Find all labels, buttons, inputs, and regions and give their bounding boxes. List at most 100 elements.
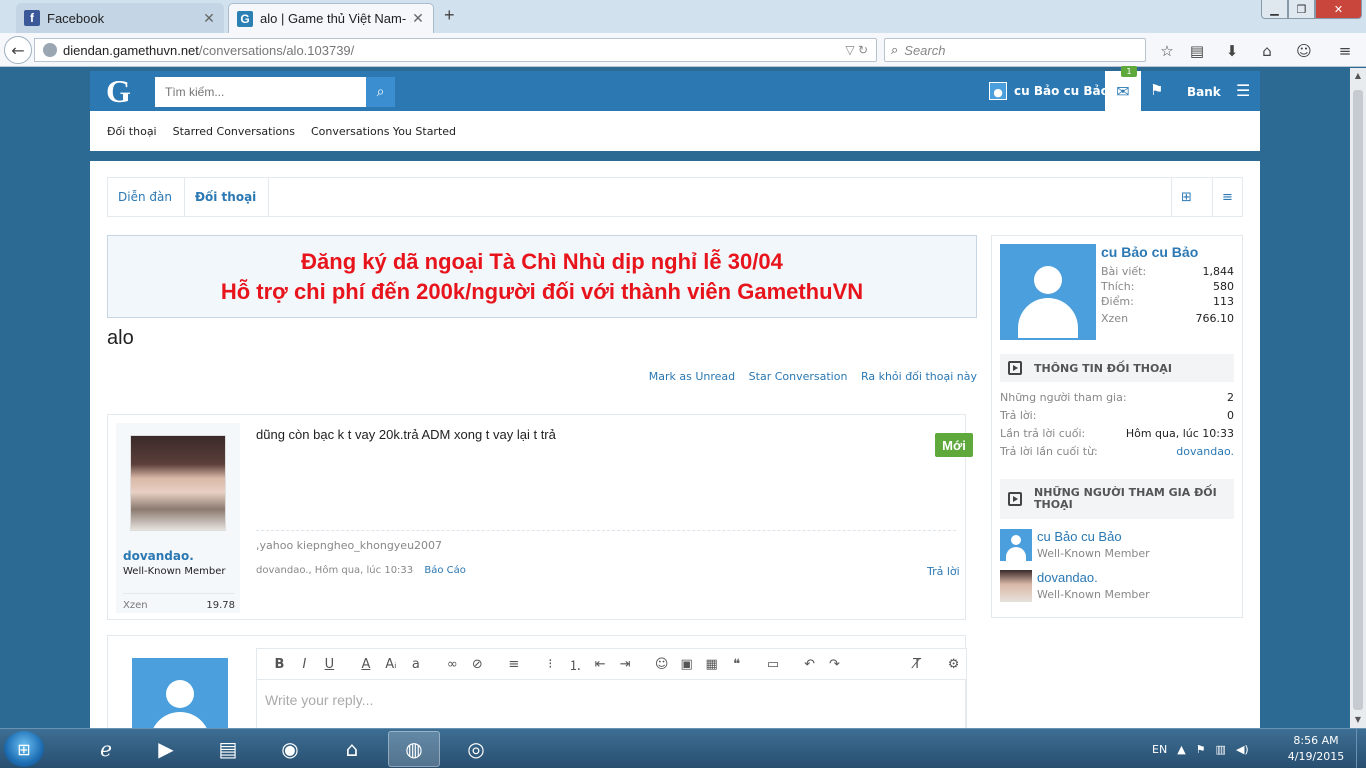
- reply-input[interactable]: Write your reply...: [256, 680, 967, 730]
- internet-explorer-icon[interactable]: ℯ: [80, 731, 132, 767]
- author-xzen: Xzen 19.78: [123, 593, 235, 611]
- message-signature: ,yahoo kiepngheo_khongyeu2007: [256, 530, 956, 552]
- author-name[interactable]: dovandao.: [123, 549, 194, 563]
- participant-name[interactable]: cu Bảo cu Bảo: [1037, 529, 1122, 544]
- new-tab-button[interactable]: +: [444, 5, 455, 26]
- link-icon[interactable]: ∞: [440, 657, 465, 672]
- reading-list-icon[interactable]: ▤: [1187, 41, 1207, 61]
- tab-facebook[interactable]: f Facebook ✕: [16, 3, 224, 33]
- indent-icon[interactable]: ⇥: [613, 657, 638, 672]
- participant-item[interactable]: cu Bảo cu Bảo Well-Known Member: [1000, 529, 1234, 563]
- tray-expand-icon[interactable]: ▲: [1177, 743, 1185, 756]
- mark-unread-link[interactable]: Mark as Unread: [649, 370, 735, 383]
- bank-link[interactable]: Bank: [1187, 85, 1221, 99]
- last-reply-user-link[interactable]: dovandao.: [1176, 445, 1234, 463]
- toggle-bbcode-icon[interactable]: ⚙: [941, 657, 966, 672]
- breadcrumb-forum[interactable]: Diễn đàn: [108, 178, 185, 216]
- network-icon[interactable]: ▥: [1216, 743, 1226, 756]
- firefox-icon[interactable]: ◍: [388, 731, 440, 767]
- bookmark-star-icon[interactable]: ☆: [1157, 41, 1177, 61]
- remove-format-icon[interactable]: T̸: [905, 657, 930, 672]
- subnav-started[interactable]: Conversations You Started: [311, 125, 456, 138]
- language-indicator[interactable]: EN: [1152, 743, 1167, 756]
- participant-item[interactable]: dovandao. Well-Known Member: [1000, 570, 1234, 604]
- menu-icon[interactable]: ≡: [1335, 41, 1355, 61]
- font-family-icon[interactable]: a: [403, 657, 428, 672]
- participant-name[interactable]: dovandao.: [1037, 570, 1098, 585]
- media-player-icon[interactable]: ▶: [140, 731, 192, 767]
- save-draft-icon[interactable]: ▭: [761, 657, 786, 672]
- start-button[interactable]: ⊞: [4, 731, 44, 767]
- hamburger-menu-icon[interactable]: ☰: [1236, 81, 1250, 100]
- smilie-icon[interactable]: ☺: [649, 657, 674, 672]
- outdent-icon[interactable]: ⇤: [588, 657, 613, 672]
- redo-icon[interactable]: ↷: [822, 657, 847, 672]
- window-minimize-button[interactable]: ▁: [1261, 0, 1288, 19]
- font-size-icon[interactable]: Aᵢ: [378, 657, 403, 672]
- unlink-icon[interactable]: ⊘: [465, 657, 490, 672]
- show-desktop-button[interactable]: [1356, 729, 1366, 768]
- undo-icon[interactable]: ↶: [797, 657, 822, 672]
- file-explorer-icon[interactable]: ▤: [202, 731, 254, 767]
- report-link[interactable]: Báo Cáo: [424, 565, 466, 576]
- site-logo[interactable]: G: [106, 74, 136, 108]
- quote-icon[interactable]: ❝: [724, 657, 749, 672]
- window-close-button[interactable]: ✕: [1315, 0, 1362, 19]
- tab-gamethuvn[interactable]: G alo | Game thủ Việt Nam- ... ✕: [228, 3, 434, 33]
- author-avatar[interactable]: [130, 435, 226, 531]
- url-bar[interactable]: diendan.gamethuvn.net /conversations/alo…: [34, 38, 877, 62]
- underline-icon[interactable]: U: [317, 657, 342, 672]
- alerts-flag-icon[interactable]: ⚑: [1150, 81, 1163, 99]
- close-tab-icon[interactable]: ✕: [202, 10, 216, 27]
- numbered-list-icon[interactable]: ⒈: [563, 655, 588, 674]
- back-button[interactable]: ←: [4, 36, 32, 64]
- scroll-down-icon[interactable]: ▼: [1350, 712, 1366, 728]
- volume-icon[interactable]: ◀): [1236, 743, 1249, 756]
- scroll-up-icon[interactable]: ▲: [1350, 68, 1366, 84]
- page-scrollbar[interactable]: ▲ ▼: [1350, 68, 1366, 728]
- breadcrumb: Diễn đàn Đối thoại ⊞ ≡: [107, 177, 1243, 217]
- text-color-icon[interactable]: A: [353, 657, 378, 672]
- reload-icon[interactable]: ▽ ↻: [845, 43, 868, 57]
- sitemap-icon[interactable]: ⊞: [1171, 178, 1201, 216]
- media-icon[interactable]: ▦: [699, 657, 724, 672]
- participant-title: Well-Known Member: [1037, 547, 1150, 560]
- visitor-name[interactable]: cu Bảo cu Bảo: [1101, 244, 1198, 260]
- download-icon[interactable]: ⬇: [1222, 41, 1242, 61]
- banner-line-2: Hỗ trợ chi phí đến 200k/người đối với th…: [220, 278, 864, 304]
- home-icon[interactable]: ⌂: [1257, 41, 1277, 61]
- clock[interactable]: 8:56 AM 4/19/2015: [1285, 733, 1347, 765]
- inbox-button[interactable]: ✉: [1105, 71, 1141, 111]
- leave-conversation-link[interactable]: Ra khỏi đối thoại này: [861, 370, 977, 383]
- promo-banner[interactable]: Đăng ký dã ngoại Tà Chì Nhù dịp nghỉ lễ …: [107, 235, 977, 318]
- safari-icon[interactable]: ◎: [450, 731, 502, 767]
- browser-tab-bar: f Facebook ✕ G alo | Game thủ Việt Nam- …: [0, 0, 1366, 33]
- close-tab-icon[interactable]: ✕: [411, 10, 425, 27]
- action-center-flag-icon[interactable]: ⚑: [1196, 743, 1206, 756]
- store-app-icon[interactable]: ⌂: [326, 731, 378, 767]
- chat-icon[interactable]: ☺: [1294, 41, 1314, 61]
- reply-link[interactable]: Trả lời: [927, 565, 960, 578]
- bullet-list-icon[interactable]: ⁝: [538, 657, 563, 672]
- site-search-input[interactable]: [155, 77, 366, 107]
- italic-icon[interactable]: I: [292, 657, 317, 672]
- align-icon[interactable]: ≡: [501, 657, 526, 672]
- star-conversation-link[interactable]: Star Conversation: [749, 370, 848, 383]
- user-menu[interactable]: ● cu Bảo cu Bảo: [989, 71, 1109, 111]
- avatar[interactable]: [1000, 244, 1096, 340]
- site-search-button[interactable]: ⌕: [366, 77, 395, 107]
- subnav-conversations[interactable]: Đối thoại: [107, 125, 157, 138]
- main-content: Diễn đàn Đối thoại ⊞ ≡ Đăng ký dã ngoại …: [90, 161, 1260, 738]
- breadcrumb-conversations[interactable]: Đối thoại: [185, 178, 270, 216]
- image-icon[interactable]: ▣: [674, 657, 699, 672]
- stat-value: 580: [1213, 280, 1234, 293]
- chrome-icon[interactable]: ◉: [264, 731, 316, 767]
- browser-search-input[interactable]: ⌕ Search: [884, 38, 1146, 62]
- bold-icon[interactable]: B: [267, 657, 292, 672]
- windows-logo-icon: ⊞: [17, 739, 31, 759]
- window-maximize-button[interactable]: ❐: [1288, 0, 1315, 19]
- scroll-thumb[interactable]: [1353, 90, 1363, 710]
- subnav-starred[interactable]: Starred Conversations: [173, 125, 295, 138]
- author-title: Well-Known Member: [123, 566, 226, 577]
- list-icon[interactable]: ≡: [1212, 178, 1242, 216]
